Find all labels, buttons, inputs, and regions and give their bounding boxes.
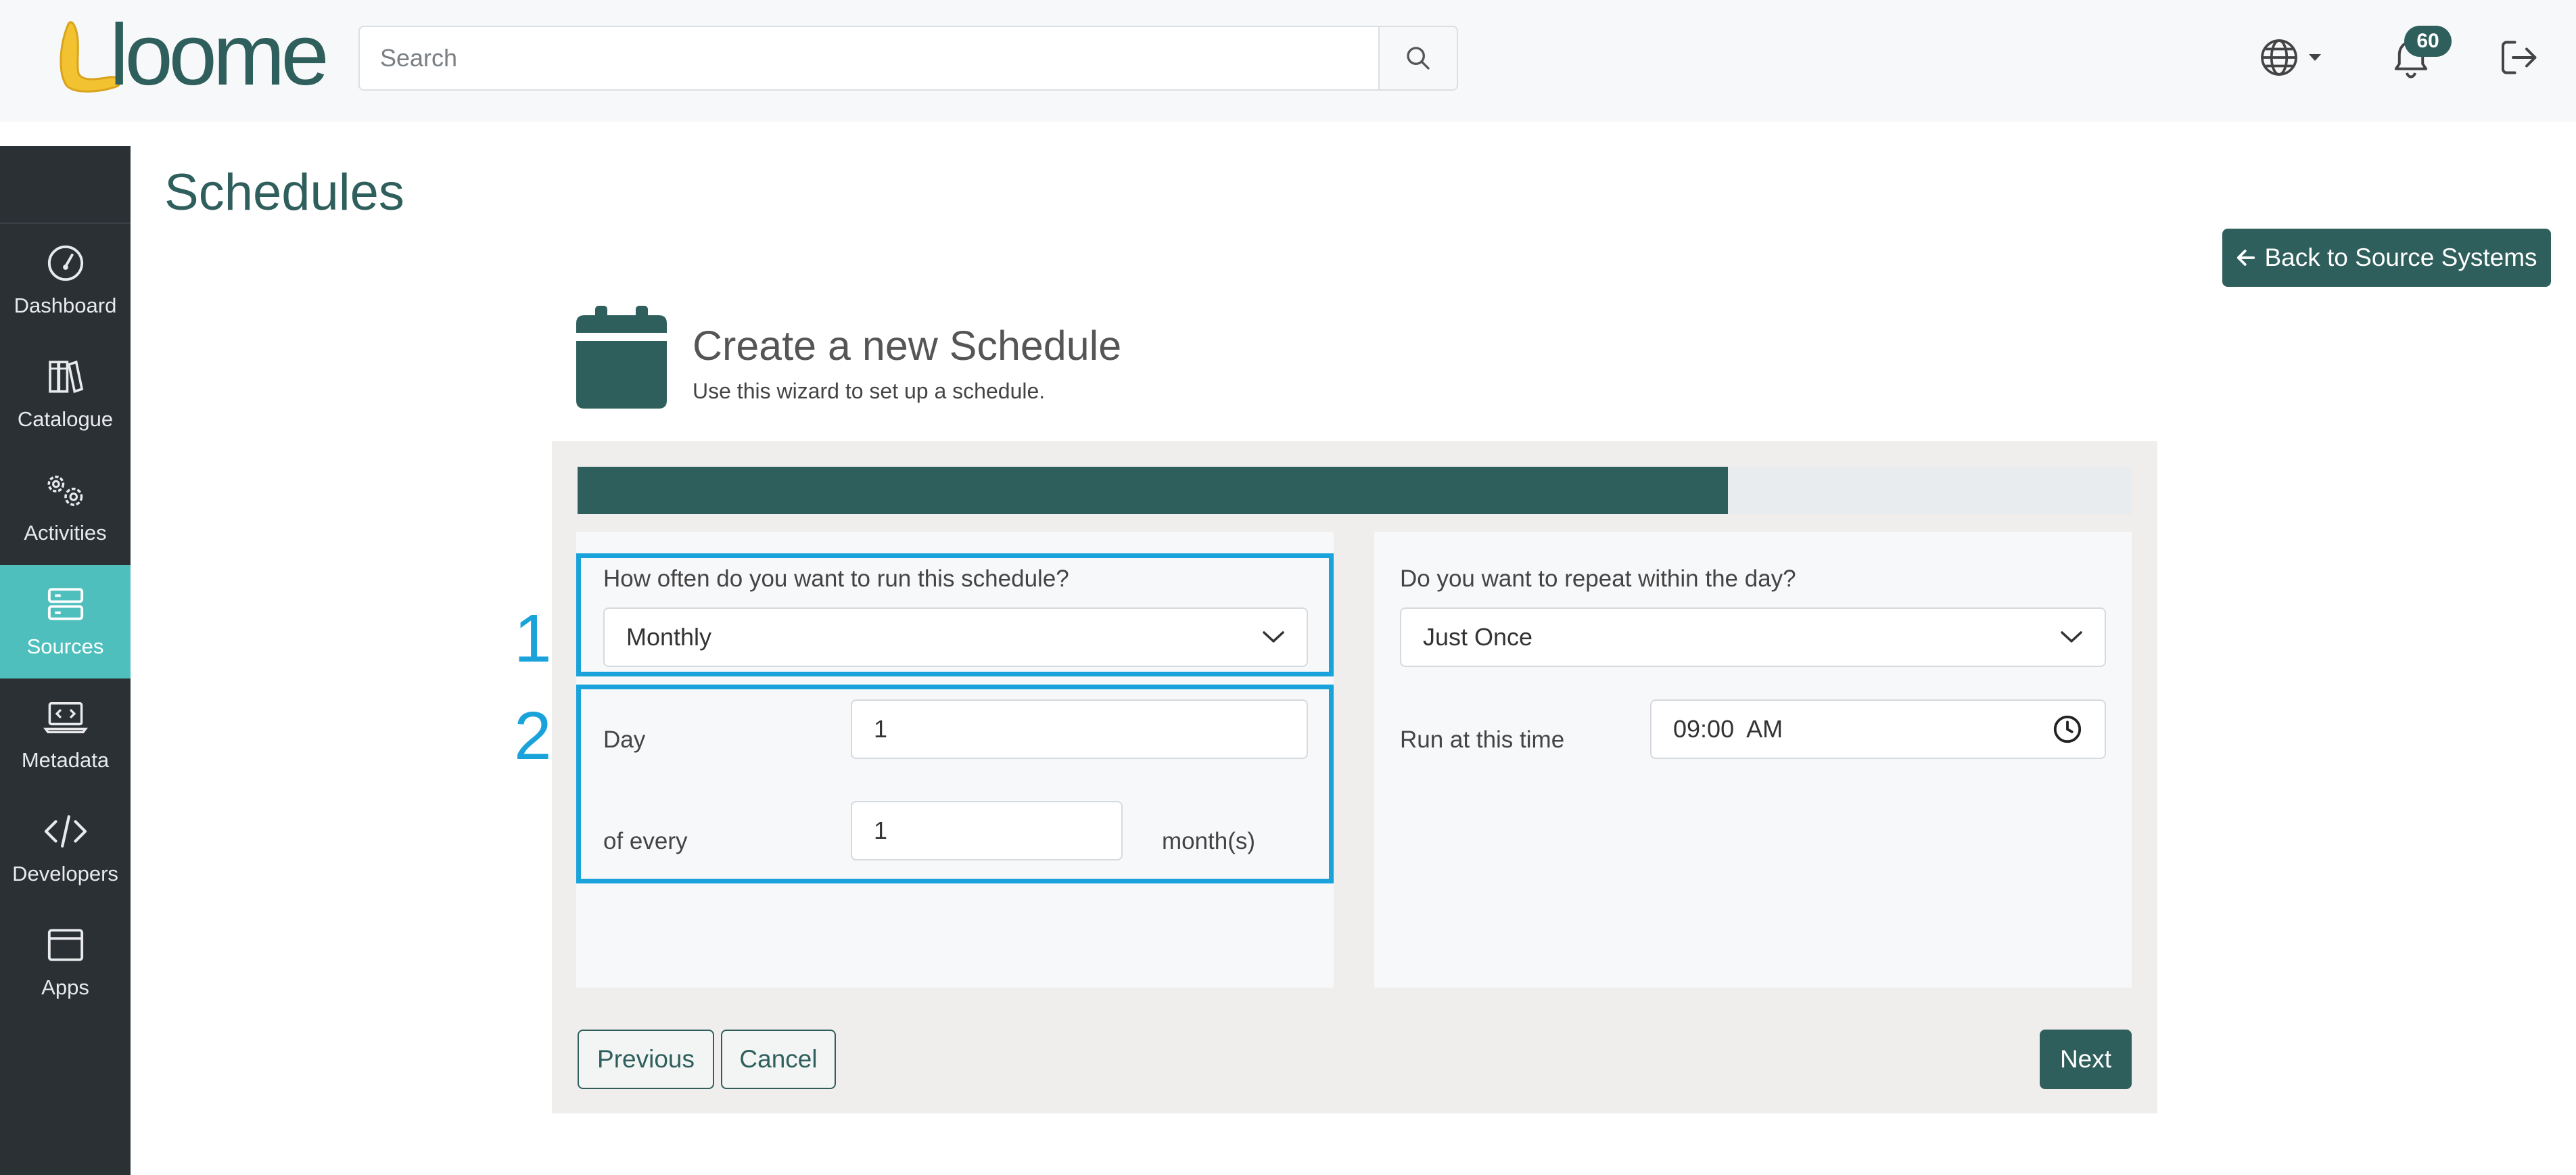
previous-button[interactable]: Previous: [578, 1030, 714, 1089]
sidebar-item-label: Sources: [26, 635, 104, 658]
run-time-input[interactable]: 09:00 AM: [1650, 699, 2106, 759]
globe-icon: [2261, 39, 2297, 76]
server-icon: [47, 588, 83, 620]
notification-count-badge: 60: [2404, 26, 2452, 57]
back-to-source-systems-button[interactable]: Back to Source Systems: [2222, 229, 2551, 287]
sidebar-item-label: Apps: [41, 975, 89, 999]
gears-icon: [47, 476, 83, 506]
laptop-code-icon: [43, 702, 88, 733]
code-icon: [44, 815, 87, 848]
caret-down-icon: [2309, 54, 2321, 61]
calendar-icon: [576, 306, 667, 409]
sidebar-item-metadata[interactable]: Metadata: [0, 678, 131, 792]
logout-button[interactable]: [2500, 39, 2540, 80]
search-button[interactable]: [1378, 27, 1457, 89]
run-time-label: Run at this time: [1400, 727, 1565, 753]
language-dropdown[interactable]: [2259, 37, 2322, 78]
annotation-number-2: 2: [514, 698, 552, 774]
run-time-value: 09:00 AM: [1673, 715, 1783, 743]
arrow-left-icon: [2237, 250, 2255, 266]
annotation-highlight-1: [576, 553, 1334, 676]
sidebar-item-sources[interactable]: Sources: [0, 565, 131, 678]
back-button-label: Back to Source Systems: [2264, 244, 2537, 271]
search-input[interactable]: [360, 27, 1378, 89]
sidebar-item-label: Metadata: [21, 748, 110, 772]
books-icon: [48, 360, 83, 394]
repeat-select-value: Just Once: [1423, 623, 1533, 651]
page-title: Schedules: [164, 164, 404, 221]
clock-icon[interactable]: [2052, 714, 2083, 745]
repeat-card: [1374, 532, 2132, 988]
next-button[interactable]: Next: [2040, 1030, 2132, 1089]
window-icon: [47, 929, 83, 961]
cancel-button[interactable]: Cancel: [721, 1030, 836, 1089]
search-icon: [1407, 47, 1430, 70]
wizard-subtitle: Use this wizard to set up a schedule.: [693, 379, 1046, 403]
chevron-down-icon: [2061, 631, 2082, 643]
top-header: loome 60: [0, 0, 2576, 122]
sidebar-item-label: Catalogue: [17, 407, 114, 431]
repeat-select[interactable]: Just Once: [1400, 607, 2106, 667]
logo-text: loome: [110, 7, 329, 103]
wizard-title: Create a new Schedule: [693, 323, 1122, 369]
sidebar: Dashboard Catalogue Activities Sources M…: [0, 146, 131, 1175]
loome-logo[interactable]: loome: [54, 12, 331, 99]
sidebar-item-dashboard[interactable]: Dashboard: [0, 224, 131, 338]
sidebar-item-label: Developers: [12, 862, 118, 885]
repeat-label: Do you want to repeat within the day?: [1400, 566, 1796, 592]
logout-icon: [2502, 41, 2537, 74]
sidebar-item-label: Dashboard: [14, 294, 117, 317]
gauge-icon: [47, 245, 83, 281]
wizard-progress-bar: [578, 467, 2132, 514]
annotation-highlight-2: [576, 685, 1334, 883]
sidebar-item-activities[interactable]: Activities: [0, 451, 131, 565]
sidebar-top: [0, 146, 131, 224]
sidebar-item-apps[interactable]: Apps: [0, 906, 131, 1019]
sidebar-item-developers[interactable]: Developers: [0, 792, 131, 906]
sidebar-item-label: Activities: [24, 521, 107, 545]
search-bar: [358, 26, 1458, 91]
sidebar-item-catalogue[interactable]: Catalogue: [0, 338, 131, 451]
progress-bar-fill: [578, 467, 1728, 514]
annotation-number-1: 1: [514, 601, 552, 676]
